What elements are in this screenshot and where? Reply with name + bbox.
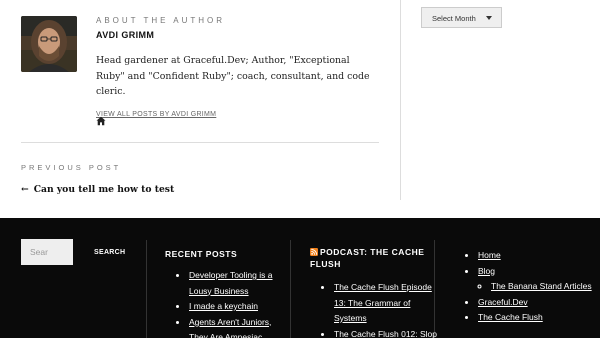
content-area: ABOUT THE AUTHOR AVDI GRIMM Head gardene… <box>0 0 600 218</box>
author-avatar[interactable] <box>21 16 77 72</box>
recent-post-link[interactable]: Agents Aren't Juniors, They Are Amnesiac <box>189 317 271 343</box>
podcast-widget-title: PODCAST: THE CACHE FLUSH <box>310 246 436 270</box>
recent-post-link[interactable]: I made a keychain <box>189 301 258 311</box>
search-input[interactable] <box>21 239 73 265</box>
author-bio-block: ABOUT THE AUTHOR AVDI GRIMM Head gardene… <box>96 16 378 121</box>
horizontal-divider <box>21 142 379 143</box>
list-item: Agents Aren't Juniors, They Are Amnesiac <box>188 315 292 346</box>
list-item: Blog The Banana Stand Articles <box>477 264 597 295</box>
previous-post-link[interactable]: ← Can you tell me how to test <box>21 184 174 196</box>
footer-pages-menu: Home Blog The Banana Stand Articles Grac… <box>465 248 597 326</box>
recent-posts-list: Developer Tooling is a Lousy Business I … <box>176 268 292 346</box>
search-button[interactable]: SEARCH <box>94 248 125 257</box>
list-item: The Cache Flush <box>477 310 597 326</box>
menu-item-banana-stand[interactable]: The Banana Stand Articles <box>491 281 592 291</box>
podcast-episode-list: The Cache Flush Episode 13: The Grammar … <box>321 280 439 358</box>
list-item: Home <box>477 248 597 264</box>
view-all-posts-link[interactable]: VIEW ALL POSTS BY AVDI GRIMM <box>96 111 216 118</box>
rss-icon[interactable] <box>310 247 318 256</box>
archives-selected-value: Select Month <box>432 14 476 23</box>
archives-month-select[interactable]: Select Month <box>421 7 502 28</box>
list-item: The Banana Stand Articles <box>490 279 597 295</box>
list-item: Developer Tooling is a Lousy Business <box>188 268 292 299</box>
podcast-title-text: PODCAST: THE CACHE FLUSH <box>310 247 425 269</box>
previous-post-title: Can you tell me how to test <box>33 184 175 195</box>
about-author-label: ABOUT THE AUTHOR <box>96 16 226 25</box>
podcast-episode-link[interactable]: The Cache Flush 012: Slop Engineering <box>334 329 437 355</box>
home-icon[interactable] <box>96 113 106 126</box>
menu-item-cache-flush[interactable]: The Cache Flush <box>478 312 543 322</box>
menu-item-blog[interactable]: Blog <box>478 266 495 276</box>
chevron-down-icon <box>486 16 492 20</box>
author-name: AVDI GRIMM <box>96 30 155 40</box>
list-item: The Cache Flush Episode 13: The Grammar … <box>333 280 439 327</box>
left-arrow-icon: ← <box>21 184 29 195</box>
author-bio: Head gardener at Graceful.Dev; Author, "… <box>96 55 370 97</box>
sidebar-divider <box>400 0 401 200</box>
recent-post-link[interactable]: Developer Tooling is a Lousy Business <box>189 270 272 296</box>
footer-column-divider <box>146 240 147 338</box>
site-footer: SEARCH RECENT POSTS Developer Tooling is… <box>0 218 600 354</box>
blog-submenu: The Banana Stand Articles <box>478 279 597 295</box>
menu-item-home[interactable]: Home <box>478 250 501 260</box>
previous-post-label: PREVIOUS POST <box>21 163 122 172</box>
podcast-episode-link[interactable]: The Cache Flush Episode 13: The Grammar … <box>334 282 432 323</box>
list-item: Graceful.Dev <box>477 295 597 311</box>
recent-posts-title: RECENT POSTS <box>165 249 238 259</box>
list-item: I made a keychain <box>188 299 292 315</box>
list-item: The Cache Flush 012: Slop Engineering <box>333 327 439 358</box>
menu-item-graceful-dev[interactable]: Graceful.Dev <box>478 297 528 307</box>
